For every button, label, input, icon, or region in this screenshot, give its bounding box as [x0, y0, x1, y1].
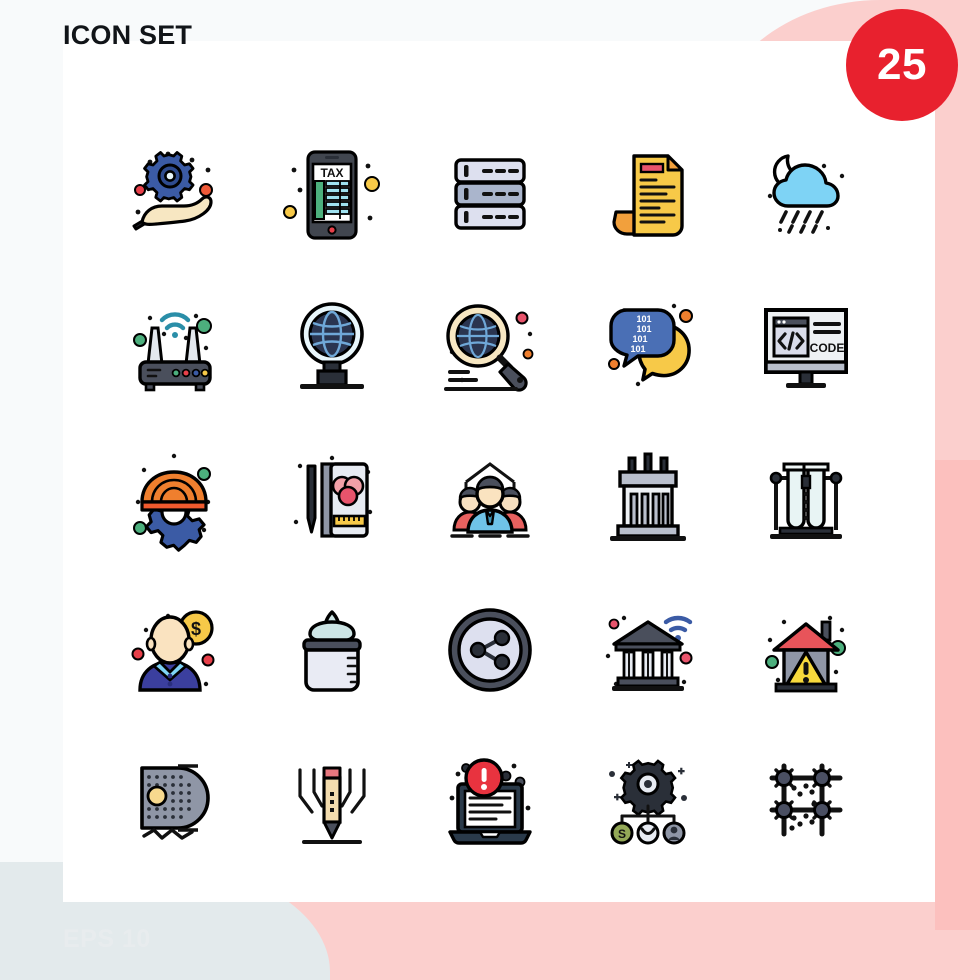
factory-building-icon	[610, 452, 686, 541]
icon-cell-4[interactable]	[569, 118, 727, 270]
laptop-error-icon	[448, 758, 532, 845]
icon-cell-9[interactable]: 101 101 101 101	[569, 270, 727, 422]
design-book-icon	[293, 455, 373, 538]
icon-grid: TAX 101 101 101 101 CODE $ S	[95, 118, 885, 878]
icon-cell-7[interactable]	[253, 270, 411, 422]
icon-cell-22[interactable]	[253, 726, 411, 878]
icon-cell-1[interactable]	[95, 118, 253, 270]
chat-binary-2: 101	[636, 324, 651, 334]
icon-cell-6[interactable]	[95, 270, 253, 422]
monitor-code-icon: CODE	[764, 308, 848, 388]
chat-binary-4: 101	[630, 344, 645, 354]
icon-cell-20[interactable]	[727, 574, 885, 726]
icon-cell-13[interactable]	[411, 422, 569, 574]
icon-cell-8[interactable]	[411, 270, 569, 422]
global-search-icon	[444, 304, 534, 392]
icon-cell-15[interactable]	[727, 422, 885, 574]
icon-count-badge: 25	[846, 9, 958, 121]
icon-cell-12[interactable]	[253, 422, 411, 574]
icon-cell-23[interactable]	[411, 726, 569, 878]
chat-binary-3: 101	[632, 334, 647, 344]
icon-set-poster: ICON SET 25 EPS 10 TAX 101 101 101 101 C…	[0, 0, 980, 980]
icon-cell-14[interactable]	[569, 422, 727, 574]
house-warning-icon	[765, 615, 846, 693]
icon-cell-5[interactable]	[727, 118, 885, 270]
icon-cell-10[interactable]: CODE	[727, 270, 885, 422]
page-title: ICON SET	[63, 20, 193, 50]
dollar-sign-label: $	[191, 619, 201, 639]
businessman-money-icon: $	[131, 610, 215, 692]
night-rain-cloud-icon	[767, 154, 845, 234]
wifi-router-icon	[133, 312, 212, 392]
icon-cell-3[interactable]	[411, 118, 569, 270]
icon-count-value: 25	[877, 40, 927, 89]
icon-cell-24[interactable]: S	[569, 726, 727, 878]
mobile-tax-icon: TAX	[283, 150, 380, 240]
globe-stand-icon	[300, 302, 364, 389]
helmet-gear-engineering-icon	[133, 453, 211, 552]
test-tubes-icon	[769, 462, 843, 539]
icon-cell-16[interactable]: $	[95, 574, 253, 726]
share-button-icon	[448, 608, 532, 692]
icon-cell-2[interactable]: TAX	[253, 118, 411, 270]
team-group-icon	[450, 462, 530, 538]
gear-network-icon: S	[609, 759, 687, 845]
monitor-code-label: CODE	[810, 341, 845, 355]
server-rack-icon	[454, 158, 526, 230]
binary-chat-icon: 101 101 101 101	[608, 303, 693, 387]
speaker-grill-icon	[140, 764, 210, 840]
icon-cell-19[interactable]	[569, 574, 727, 726]
icon-cell-25[interactable]	[727, 726, 885, 878]
pencil-precision-icon	[298, 766, 366, 844]
online-banking-icon	[605, 615, 693, 691]
chat-binary-1: 101	[636, 314, 651, 324]
baby-bottle-icon	[302, 610, 362, 692]
node-grid-icon	[769, 763, 843, 837]
icon-cell-18[interactable]	[411, 574, 569, 726]
mobile-tax-label: TAX	[320, 166, 343, 180]
format-note: EPS 10	[63, 925, 151, 953]
hand-gear-support-icon	[132, 151, 213, 231]
icon-cell-17[interactable]	[253, 574, 411, 726]
icon-cell-11[interactable]	[95, 422, 253, 574]
node-s-label: S	[618, 827, 626, 841]
icon-cell-21[interactable]	[95, 726, 253, 878]
invoice-document-icon	[612, 154, 684, 237]
